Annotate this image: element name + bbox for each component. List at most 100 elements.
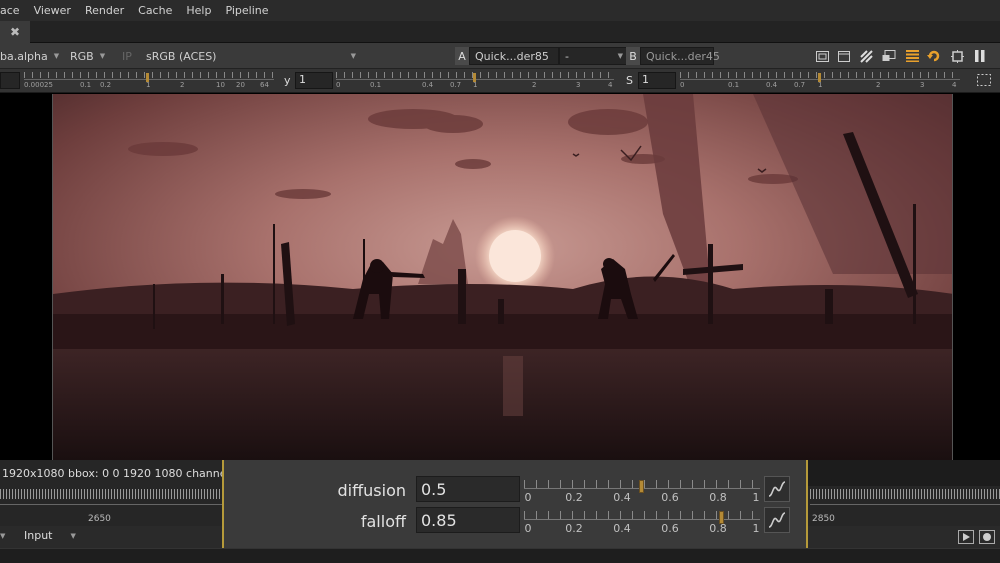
channel-dropdown[interactable]: ba.alpha ▼ <box>0 47 59 65</box>
chevron-down-icon[interactable]: ▼ <box>0 532 5 540</box>
tick-label: 0.1 <box>80 81 92 89</box>
tick-label: 2 <box>876 81 881 89</box>
gain-field[interactable] <box>0 72 20 89</box>
tick-label: 0.6 <box>661 491 679 504</box>
saturation-slider[interactable]: 0 0.1 0.4 0.7 1 2 3 4 <box>680 70 960 92</box>
diffusion-field[interactable]: 0.5 <box>416 476 520 502</box>
b-input-group: B Quick...der45 <box>626 47 720 65</box>
menu-help[interactable]: Help <box>186 4 211 17</box>
tick-label: 3 <box>920 81 925 89</box>
tick-label: 0 <box>336 81 341 89</box>
input-process-toggle[interactable]: IP <box>122 47 132 65</box>
tick-label: 64 <box>260 81 269 89</box>
colorspace-dropdown[interactable]: sRGB (ACES) ▼ <box>146 47 356 65</box>
gamma-label: y <box>284 74 291 87</box>
tick-label: 0.4 <box>613 491 631 504</box>
compare-mode-dropdown[interactable]: - ▼ <box>559 47 629 65</box>
rgb-dropdown[interactable]: RGB ▼ <box>70 47 105 65</box>
ip-label: IP <box>122 49 132 63</box>
b-label: B <box>626 47 640 65</box>
diffusion-slider[interactable]: 0 0.2 0.4 0.6 0.8 1 <box>524 476 760 506</box>
tick-label: 1 <box>818 81 823 89</box>
frame-label-end: 2850 <box>812 514 835 524</box>
tick-label: 0.00025 <box>24 81 53 89</box>
tick-label: 0.4 <box>613 522 631 535</box>
safe-area-icon[interactable] <box>836 48 852 64</box>
tab-strip: ✖ <box>0 21 1000 43</box>
tick-label: 0 <box>680 81 685 89</box>
gamma-field[interactable]: 1 <box>295 72 333 89</box>
tick-label: 4 <box>952 81 957 89</box>
format-info: 1920x1080 bbox: 0 0 1920 1080 channe <box>0 460 222 486</box>
diffusion-curve-icon[interactable] <box>764 476 790 502</box>
tick-label: 0.2 <box>565 522 583 535</box>
falloff-slider[interactable]: 0 0.2 0.4 0.6 0.8 1 <box>524 507 760 537</box>
tick-label: 20 <box>236 81 245 89</box>
refresh-icon[interactable] <box>926 48 942 64</box>
a-label: A <box>455 47 469 65</box>
chevron-down-icon: ▼ <box>99 52 106 60</box>
channel-value: ba.alpha <box>0 49 48 63</box>
timeline-ticks-left <box>0 489 222 499</box>
tick-label: 0.7 <box>450 81 462 89</box>
pause-icon[interactable] <box>972 48 988 64</box>
menu-render[interactable]: Render <box>85 4 124 17</box>
timeline-baseline <box>810 504 1000 505</box>
play-icon[interactable] <box>958 530 974 544</box>
falloff-field[interactable]: 0.85 <box>416 507 520 533</box>
timeline-baseline <box>0 504 222 505</box>
falloff-label: falloff <box>360 512 406 531</box>
tick-label: 3 <box>576 81 581 89</box>
gamma-slider[interactable]: 0 0.1 0.4 0.7 1 2 3 4 <box>336 70 614 92</box>
compare-mode-value: - <box>565 49 569 63</box>
tick-label: 0.4 <box>422 81 434 89</box>
menu-viewer[interactable]: Viewer <box>34 4 71 17</box>
falloff-slider-handle[interactable] <box>718 511 724 524</box>
lut-icon[interactable] <box>904 48 920 64</box>
gain-slider[interactable]: 0.00025 0.1 0.2 1 2 10 20 64 <box>24 70 274 92</box>
diffusion-label: diffusion <box>337 481 406 500</box>
menu-cache[interactable]: Cache <box>138 4 172 17</box>
a-input-group: A Quick...der85 - ▼ <box>455 47 629 65</box>
tick-label: 0.6 <box>661 522 679 535</box>
tick-label: 1 <box>752 522 760 535</box>
wipe-icon[interactable] <box>858 48 874 64</box>
tick-label: 2 <box>532 81 537 89</box>
tick-label: 10 <box>216 81 225 89</box>
viewer-toolbar: ba.alpha ▼ RGB ▼ IP sRGB (ACES) ▼ A Quic… <box>0 43 1000 69</box>
close-icon[interactable]: ✖ <box>10 25 20 39</box>
stop-icon[interactable] <box>979 530 995 544</box>
tick-label: 0.4 <box>766 81 778 89</box>
viewer-canvas[interactable] <box>0 93 1000 460</box>
falloff-curve-icon[interactable] <box>764 507 790 533</box>
saturation-field[interactable]: 1 <box>638 72 676 89</box>
viewer-tab[interactable]: ✖ <box>0 21 30 43</box>
tick-label: 1 <box>752 491 760 504</box>
tick-label: 0.7 <box>794 81 806 89</box>
menu-workspace[interactable]: ace <box>0 4 20 17</box>
chevron-down-icon: ▼ <box>617 52 623 60</box>
proxy-icon[interactable] <box>881 48 897 64</box>
b-input-field[interactable]: Quick...der45 <box>640 47 720 65</box>
gain-gamma-row: 0.00025 0.1 0.2 1 2 10 20 64 y 1 0 0.1 0… <box>0 69 1000 93</box>
menu-bar: ace Viewer Render Cache Help Pipeline <box>0 0 1000 21</box>
region-icon[interactable] <box>976 72 992 88</box>
tick-label: 0 <box>524 522 532 535</box>
diffusion-slider-handle[interactable] <box>639 480 644 493</box>
input-mode-value: Input <box>24 529 53 542</box>
colorspace-value: sRGB (ACES) <box>146 49 217 63</box>
chevron-down-icon: ▼ <box>70 531 76 540</box>
tick-label: 4 <box>608 81 613 89</box>
chevron-down-icon: ▼ <box>350 52 356 60</box>
rgb-value: RGB <box>70 49 94 63</box>
tick-label: 2 <box>180 81 185 89</box>
roi-icon[interactable] <box>814 48 830 64</box>
input-mode-dropdown[interactable]: Input ▼ <box>24 529 76 542</box>
timeline-ticks-right <box>810 489 1000 499</box>
tick-label: 0.2 <box>100 81 112 89</box>
tick-label: 0.8 <box>709 491 727 504</box>
a-input-field[interactable]: Quick...der85 <box>469 47 559 65</box>
status-bar <box>0 548 1000 563</box>
menu-pipeline[interactable]: Pipeline <box>225 4 268 17</box>
gear-icon[interactable] <box>949 48 965 64</box>
